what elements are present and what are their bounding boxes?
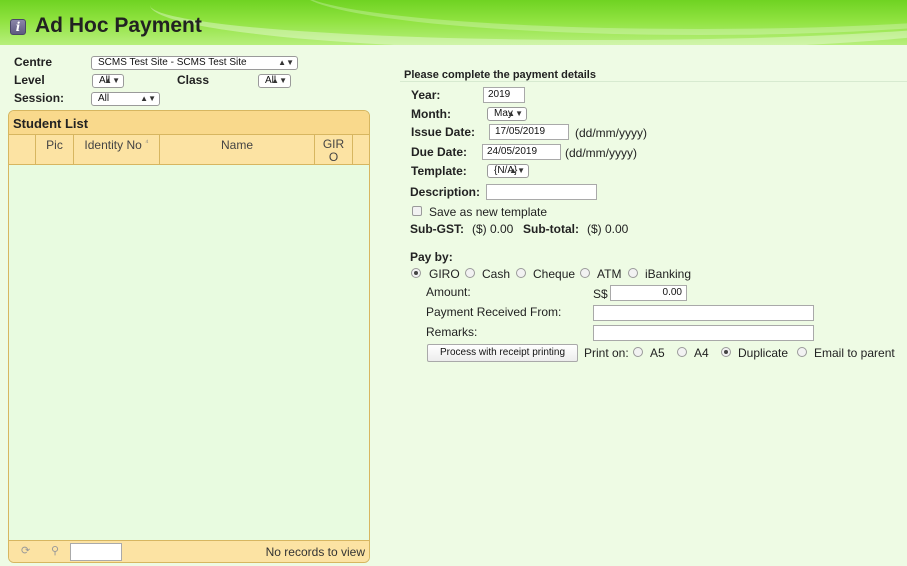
pay-method-giro-label: GIRO [429,267,460,281]
due-date-label: Due Date: [411,145,468,159]
no-records-text: No records to view [265,545,365,559]
column-giro-label-line2: O [328,150,339,164]
description-input[interactable] [486,184,597,200]
sort-icon: ⁴ [145,138,149,147]
pay-method-radio-cash[interactable] [465,268,475,278]
due-date-format: (dd/mm/yyyy) [565,146,637,160]
column-identity-no[interactable]: Identity No ⁴ [74,135,160,165]
column-name[interactable]: Name [160,135,315,165]
sub-gst-label: Sub-GST: [410,222,464,236]
info-icon: i [10,19,26,35]
year-input[interactable]: 2019 [483,87,525,103]
received-from-label: Payment Received From: [426,305,562,319]
issue-date-input[interactable]: 17/05/2019 [489,124,569,140]
level-select[interactable]: All ▲▼ [92,74,124,88]
select-arrows-icon: ▲▼ [278,58,294,67]
session-select[interactable]: All ▲▼ [91,92,160,106]
pay-method-radio-atm[interactable] [580,268,590,278]
column-pic[interactable]: Pic [36,135,74,165]
select-arrows-icon: ▲▼ [509,166,525,175]
pay-method-radio-cheque[interactable] [516,268,526,278]
column-giro[interactable]: GIR O [315,135,353,165]
column-identity-no-label: Identity No [84,138,142,152]
header-bar: i Ad Hoc Payment [0,0,907,45]
issue-date-label: Issue Date: [411,125,476,139]
divider [400,81,907,82]
pay-method-cheque-label: Cheque [533,267,576,281]
template-select[interactable]: {N/A} ▲▼ [487,164,529,178]
select-arrows-icon: ▲▼ [271,76,287,85]
month-select[interactable]: May ▲▼ [487,107,527,121]
select-arrows-icon: ▲▼ [140,94,156,103]
save-template-label: Save as new template [429,205,548,219]
template-label: Template: [411,164,467,178]
print-option-a4-label: A4 [694,346,709,360]
search-icon[interactable]: ⚲ [51,544,59,557]
print-option-duplicate-label: Duplicate [738,346,789,360]
print-on-label: Print on: [584,346,629,360]
refresh-icon[interactable]: ⟳ [21,544,30,557]
sub-gst-value: ($) 0.00 [472,222,514,236]
print-option-radio-email[interactable] [797,347,807,357]
currency-label: S$ [593,287,608,301]
class-select[interactable]: All ▲▼ [258,74,291,88]
class-label: Class [177,73,210,87]
select-arrows-icon: ▲▼ [104,76,120,85]
due-date-input[interactable]: 24/05/2019 [482,144,561,160]
save-template-checkbox[interactable] [412,206,422,216]
print-option-radio-a4[interactable] [677,347,687,357]
print-option-radio-a5[interactable] [633,347,643,357]
issue-date-format: (dd/mm/yyyy) [575,126,647,140]
pay-method-atm-label: ATM [597,267,622,281]
received-from-input[interactable] [593,305,814,321]
payment-heading: Please complete the payment details [404,69,596,81]
student-list-grid: Student List Pic Identity No ⁴ Name GIR … [8,110,370,563]
grid-body [9,166,369,542]
amount-label: Amount: [426,285,471,299]
remarks-label: Remarks: [426,325,478,339]
select-arrows-icon: ▲▼ [507,109,523,118]
column-select[interactable] [9,135,36,165]
amount-input[interactable]: 0.00 [610,285,687,301]
centre-select-value: SCMS Test Site - SCMS Test Site [98,57,247,68]
pay-method-radio-giro[interactable] [411,268,421,278]
year-label: Year: [411,88,441,102]
level-label: Level [14,73,45,87]
grid-header-row: Pic Identity No ⁴ Name GIR O [9,135,369,165]
remarks-input[interactable] [593,325,814,341]
session-select-value: All [98,93,110,104]
page-title: Ad Hoc Payment [35,14,202,37]
print-option-email-label: Email to parent [814,346,895,360]
pay-method-cash-label: Cash [482,267,511,281]
description-label: Description: [410,185,481,199]
column-giro-label-line1: GIR [322,137,345,151]
student-list-title: Student List [9,111,369,135]
print-option-radio-duplicate[interactable] [721,347,731,357]
pay-by-label: Pay by: [410,250,453,264]
print-option-a5-label: A5 [650,346,665,360]
month-label: Month: [411,107,451,121]
pager-input[interactable] [70,543,122,561]
centre-label: Centre [14,55,53,69]
process-receipt-button[interactable]: Process with receipt printing [427,344,578,362]
pay-method-radio-ibanking[interactable] [628,268,638,278]
sub-total-label: Sub-total: [523,222,579,236]
centre-select[interactable]: SCMS Test Site - SCMS Test Site ▲▼ [91,56,298,70]
session-label: Session: [14,91,65,105]
sub-total-value: ($) 0.00 [587,222,629,236]
pay-method-ibanking-label: iBanking [645,267,692,281]
grid-pager: ⟳ ⚲ No records to view [9,540,369,562]
